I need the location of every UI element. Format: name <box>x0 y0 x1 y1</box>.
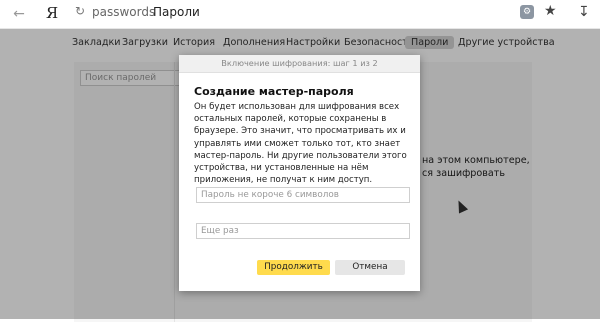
browser-toolbar: ← Я ↻ passwords Пароли ⚙ ★ ↧ <box>0 0 600 29</box>
dialog-step-label: Включение шифрования: шаг 1 из 2 <box>179 55 420 73</box>
address-bar[interactable]: ↻ passwords Пароли <box>68 4 568 22</box>
dialog-description: Он будет использован для шифрования всех… <box>194 102 407 186</box>
yandex-logo[interactable]: Я <box>46 4 58 22</box>
cancel-button[interactable]: Отмена <box>335 260 405 275</box>
extension-icon[interactable]: ⚙ <box>520 5 534 19</box>
lock-icon: ↻ <box>75 4 86 18</box>
password-repeat-field[interactable]: Еще раз <box>196 223 410 239</box>
download-icon[interactable]: ↧ <box>578 4 590 20</box>
dialog-title: Создание мастер-пароля <box>194 85 354 98</box>
address-host: passwords <box>92 5 156 19</box>
address-title: Пароли <box>153 5 200 19</box>
master-password-dialog: Включение шифрования: шаг 1 из 2 Создани… <box>179 55 420 291</box>
star-icon[interactable]: ★ <box>544 3 557 19</box>
continue-button[interactable]: Продолжить <box>257 260 330 275</box>
back-arrow-icon[interactable]: ← <box>10 5 28 23</box>
password-field[interactable]: Пароль не короче 6 символов <box>196 187 410 203</box>
